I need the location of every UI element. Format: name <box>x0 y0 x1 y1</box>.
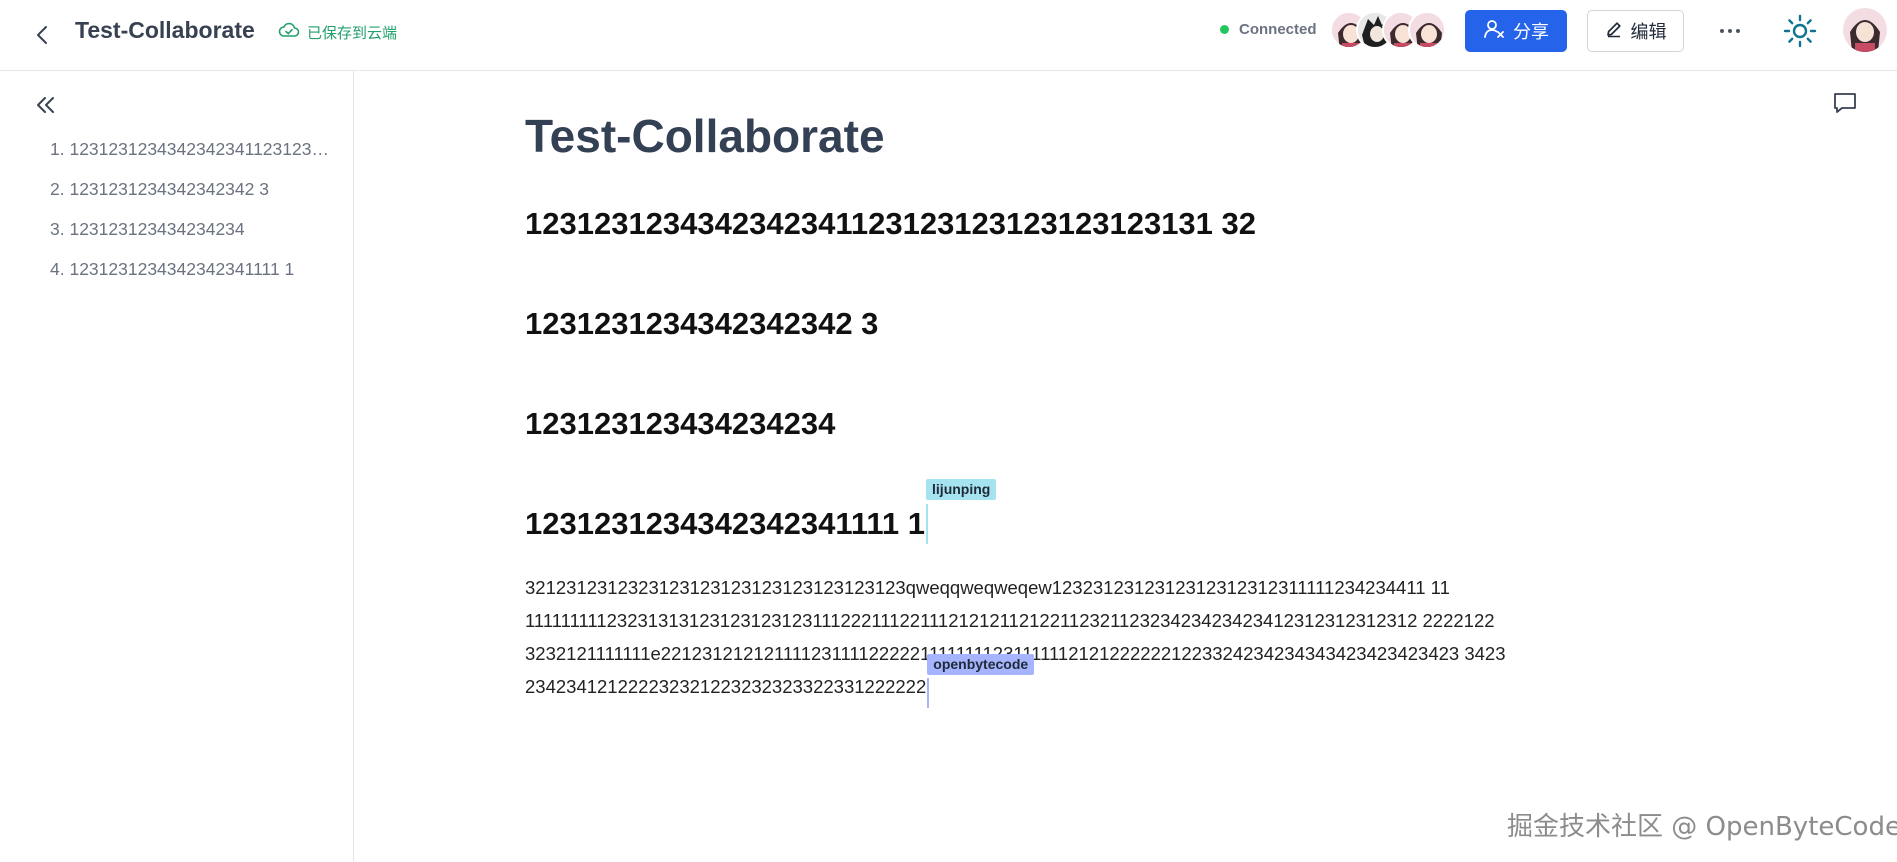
collaborator-avatars[interactable] <box>1330 11 1450 51</box>
watermark: 掘金技术社区 @ OpenByteCode <box>1507 812 1897 842</box>
heading-4[interactable]: 1231231234342342341111 1 lijunping <box>525 479 997 544</box>
cursor-label-openbytecode: openbytecode <box>927 654 1035 675</box>
collapse-sidebar-icon[interactable] <box>32 91 60 119</box>
toc-item[interactable]: 3. 123123123434234234 <box>50 217 335 257</box>
paragraph-line: 1111111112323131312312312312311122211122… <box>525 610 1495 631</box>
heading-3[interactable]: 123123123434234234 <box>525 404 835 444</box>
comment-icon[interactable] <box>1830 88 1860 118</box>
top-bar: Test-Collaborate 已保存到云端 Connected 分享 编辑 <box>0 0 1897 71</box>
heading-2[interactable]: 1231231234342342342 3 <box>525 304 878 344</box>
heading-1[interactable]: 1231231234342342341123123123123123123131… <box>525 204 1256 244</box>
pencil-icon <box>1605 20 1623 43</box>
save-status-text: 已保存到云端 <box>307 24 398 42</box>
toc-item[interactable]: 1. 1231231234342342341123123123123123123… <box>50 137 335 177</box>
share-label: 分享 <box>1513 22 1549 42</box>
table-of-contents: 1. 1231231234342342341123123123123123123… <box>50 137 335 297</box>
edit-label: 编辑 <box>1630 22 1667 42</box>
back-icon[interactable] <box>28 20 58 50</box>
more-options-icon[interactable] <box>1713 16 1747 46</box>
connection-status-text: Connected <box>1239 21 1317 38</box>
toc-item[interactable]: 2. 1231231234342342342 3 <box>50 177 335 217</box>
sun-icon[interactable] <box>1783 14 1817 48</box>
document-editor[interactable]: Test-Collaborate 12312312343423423411231… <box>525 106 1565 708</box>
connection-dot <box>1220 25 1229 34</box>
collaborator-cursor: lijunping <box>926 479 997 544</box>
toc-item[interactable]: 4. 1231231234342342341111 1 <box>50 257 335 297</box>
user-avatar[interactable] <box>1843 8 1887 52</box>
heading-4-text: 1231231234342342341111 1 <box>525 506 926 541</box>
avatar[interactable] <box>1408 11 1446 49</box>
document-title[interactable]: Test-Collaborate <box>525 106 1565 166</box>
outline-sidebar: 1. 1231231234342342341123123123123123123… <box>0 71 354 862</box>
save-status: 已保存到云端 <box>278 21 397 43</box>
cloud-check-icon <box>278 21 300 43</box>
edit-button[interactable]: 编辑 <box>1587 10 1684 52</box>
collaborator-cursor: openbytecode <box>927 654 1035 708</box>
cursor-label-lijunping: lijunping <box>926 479 997 500</box>
paragraph-line: 234234121222232321223232323322331222222 <box>525 676 927 697</box>
paragraph-line: 3212312312323123123123123123123123123qwe… <box>525 577 1450 598</box>
connection-indicator: Connected <box>1220 21 1317 38</box>
share-button[interactable]: 分享 <box>1465 10 1567 52</box>
document-title-header: Test-Collaborate <box>75 17 255 43</box>
body-paragraph[interactable]: 3212312312323123123123123123123123123qwe… <box>525 571 1565 708</box>
share-user-icon <box>1483 18 1505 45</box>
